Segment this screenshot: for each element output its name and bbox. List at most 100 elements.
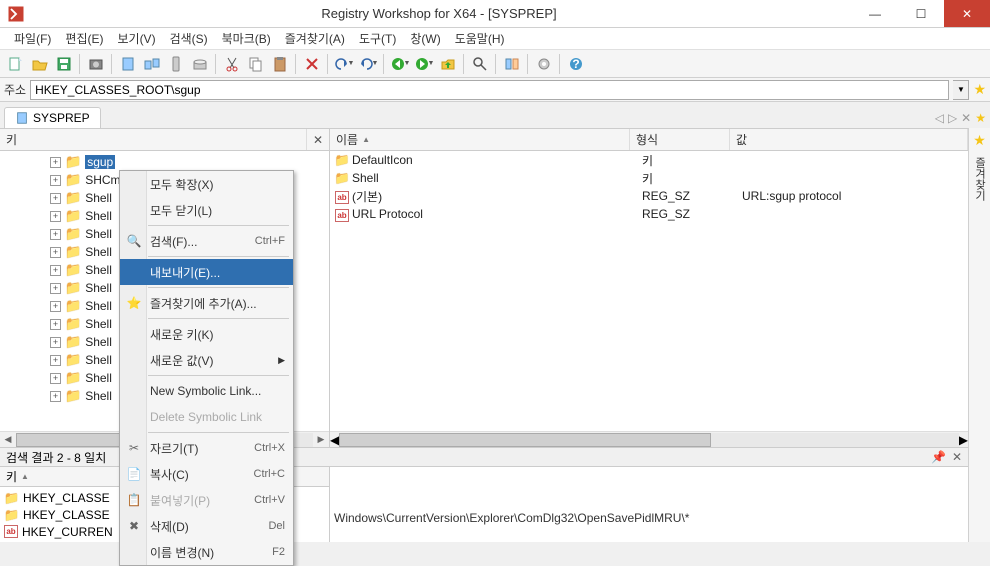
menu-bookmark[interactable]: 북마크(B) — [216, 28, 277, 49]
results-pin-icon[interactable]: 📌 — [931, 450, 946, 464]
context-menu-item[interactable]: 내보내기(E)... — [120, 259, 293, 285]
favorites-label[interactable]: 즐겨찾기 — [972, 157, 988, 201]
menu-item-shortcut: F2 — [272, 546, 285, 558]
tb-undo-icon[interactable]: ▼ — [332, 52, 356, 76]
tb-help-icon[interactable]: ? — [564, 52, 588, 76]
tb-local-icon[interactable] — [116, 52, 140, 76]
expand-icon[interactable]: + — [50, 247, 61, 258]
expand-icon[interactable]: + — [50, 391, 61, 402]
tb-open-icon[interactable] — [28, 52, 52, 76]
list-row[interactable]: 📁Shell키 — [330, 169, 968, 187]
context-menu-item[interactable]: ⭐즐겨찾기에 추가(A)... — [120, 290, 293, 316]
tb-back-icon[interactable]: ▼ — [388, 52, 412, 76]
scroll-left-icon[interactable]: ◀ — [330, 433, 339, 447]
context-menu-item[interactable]: 모두 확장(X) — [120, 171, 293, 197]
tb-cut-icon[interactable] — [220, 52, 244, 76]
tb-delete-icon[interactable] — [300, 52, 324, 76]
address-dropdown[interactable]: ▼ — [953, 80, 969, 100]
context-menu-item[interactable]: 📄복사(C)Ctrl+C — [120, 461, 293, 487]
expand-icon[interactable]: + — [50, 301, 61, 312]
tb-compare-icon[interactable] — [500, 52, 524, 76]
expand-icon[interactable]: + — [50, 265, 61, 276]
menu-file[interactable]: 파일(F) — [8, 28, 57, 49]
tb-forward-icon[interactable]: ▼ — [412, 52, 436, 76]
tree-item-label: sgup — [85, 155, 115, 169]
tb-up-icon[interactable] — [436, 52, 460, 76]
minimize-button[interactable]: — — [852, 0, 898, 27]
scroll-right-icon[interactable]: ▶ — [313, 434, 329, 445]
list-row[interactable]: ab(기본)REG_SZURL:sgup protocol — [330, 187, 968, 205]
tab-sysprep[interactable]: SYSPREP — [4, 107, 101, 128]
menu-view[interactable]: 보기(V) — [111, 28, 161, 49]
tb-sep — [556, 52, 564, 76]
tree-item[interactable]: +📁sgup — [0, 153, 329, 171]
menu-item-label: 자르기(T) — [150, 440, 198, 457]
scroll-right-icon[interactable]: ▶ — [959, 433, 968, 447]
tb-disk-icon[interactable] — [188, 52, 212, 76]
list-row[interactable]: 📁DefaultIcon키 — [330, 151, 968, 169]
context-menu-item[interactable]: New Symbolic Link... — [120, 378, 293, 404]
results-detail: Windows\CurrentVersion\Explorer\ComDlg32… — [330, 467, 968, 542]
list-view[interactable]: 📁DefaultIcon키📁Shell키ab(기본)REG_SZURL:sgup… — [330, 151, 968, 431]
tree-item-label: SHCm — [85, 173, 120, 187]
scroll-thumb[interactable] — [16, 433, 135, 447]
expand-icon[interactable]: + — [50, 373, 61, 384]
context-menu-item[interactable]: ✂자르기(T)Ctrl+X — [120, 435, 293, 461]
tb-copy-icon[interactable] — [244, 52, 268, 76]
expand-icon[interactable]: + — [50, 319, 61, 330]
context-menu-item[interactable]: ✖삭제(D)Del — [120, 513, 293, 539]
scroll-track[interactable] — [339, 433, 959, 447]
folder-icon: 📁 — [65, 244, 81, 260]
tb-settings-icon[interactable] — [532, 52, 556, 76]
tree-header-key[interactable]: 키 — [0, 129, 307, 150]
menu-edit[interactable]: 편집(E) — [59, 28, 109, 49]
expand-icon[interactable]: + — [50, 283, 61, 294]
context-menu-item[interactable]: 새로운 값(V)▶ — [120, 347, 293, 373]
menu-window[interactable]: 창(W) — [404, 28, 446, 49]
expand-icon[interactable]: + — [50, 193, 61, 204]
scroll-thumb[interactable] — [339, 433, 711, 447]
scroll-left-icon[interactable]: ◀ — [0, 434, 16, 445]
results-close-icon[interactable]: ✕ — [952, 450, 962, 464]
expand-icon[interactable]: + — [50, 337, 61, 348]
menu-search[interactable]: 검색(S) — [164, 28, 214, 49]
expand-icon[interactable]: + — [50, 157, 61, 168]
tb-new-icon[interactable] — [4, 52, 28, 76]
list-header-value[interactable]: 값 — [730, 129, 968, 150]
context-menu-item[interactable]: 🔍검색(F)...Ctrl+F — [120, 228, 293, 254]
expand-icon[interactable]: + — [50, 211, 61, 222]
context-menu-item: Delete Symbolic Link — [120, 404, 293, 430]
tb-mobile-icon[interactable] — [164, 52, 188, 76]
tb-save-icon[interactable] — [52, 52, 76, 76]
close-button[interactable]: ✕ — [944, 0, 990, 27]
list-header-name[interactable]: 이름▲ — [330, 129, 630, 150]
tb-remote-icon[interactable] — [140, 52, 164, 76]
tree-header-close-icon[interactable]: ✕ — [307, 133, 329, 147]
tab-favorite-icon[interactable]: ★ — [975, 111, 986, 125]
menu-tools[interactable]: 도구(T) — [353, 28, 402, 49]
tb-snapshot-icon[interactable] — [84, 52, 108, 76]
menu-favorites[interactable]: 즐겨찾기(A) — [279, 28, 351, 49]
tab-close-icon[interactable]: ✕ — [961, 111, 971, 125]
expand-icon[interactable]: + — [50, 175, 61, 186]
tb-find-icon[interactable] — [468, 52, 492, 76]
list-h-scrollbar[interactable]: ◀ ▶ — [330, 431, 968, 447]
tb-paste-icon[interactable] — [268, 52, 292, 76]
menu-help[interactable]: 도움말(H) — [449, 28, 511, 49]
context-menu-item[interactable]: 새로운 키(K) — [120, 321, 293, 347]
list-header-type[interactable]: 형식 — [630, 129, 730, 150]
list-cell-name: (기본) — [352, 188, 642, 205]
list-row[interactable]: abURL ProtocolREG_SZ — [330, 205, 968, 223]
address-favorite-icon[interactable]: ★ — [973, 81, 986, 98]
maximize-button[interactable]: ☐ — [898, 0, 944, 27]
address-input[interactable] — [30, 80, 949, 100]
expand-icon[interactable]: + — [50, 229, 61, 240]
tab-next-icon[interactable]: ▷ — [948, 111, 957, 125]
tb-redo-icon[interactable]: ▼ — [356, 52, 380, 76]
context-menu-item[interactable]: 이름 변경(N)F2 — [120, 539, 293, 565]
context-menu-item[interactable]: 모두 닫기(L) — [120, 197, 293, 223]
favorites-star-icon[interactable]: ★ — [973, 132, 986, 149]
expand-icon[interactable]: + — [50, 355, 61, 366]
folder-icon: 📁 — [4, 508, 19, 522]
tab-prev-icon[interactable]: ◁ — [935, 111, 944, 125]
